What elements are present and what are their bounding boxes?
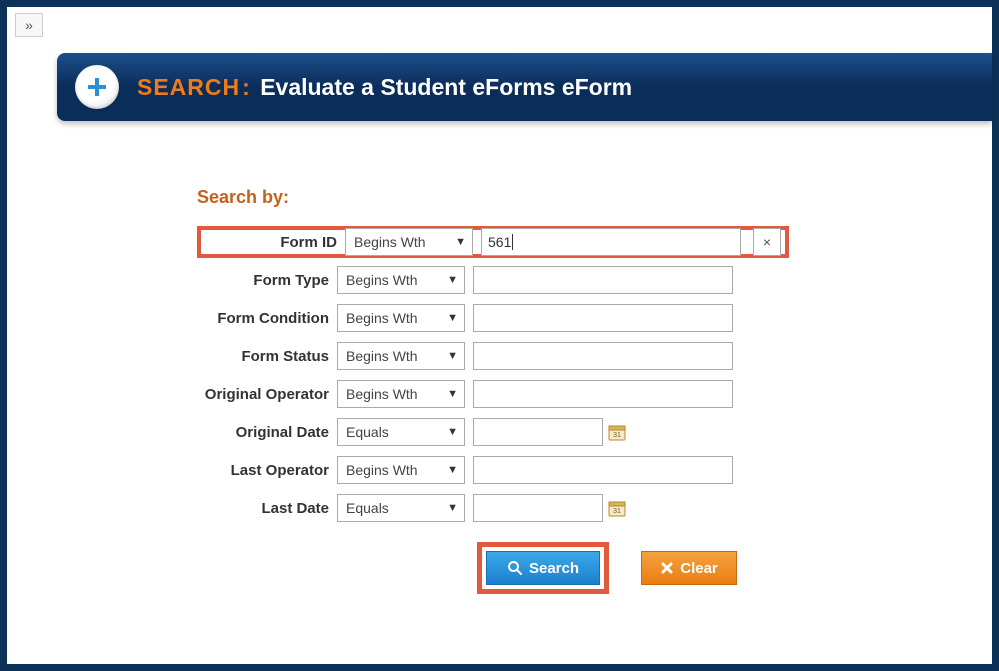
- operator-select-form-type[interactable]: Begins Wth ▼: [337, 266, 465, 294]
- value-input-form-status[interactable]: [473, 342, 733, 370]
- operator-value: Equals: [346, 500, 389, 516]
- date-picker-button[interactable]: 31: [607, 422, 627, 442]
- title-colon: :: [242, 74, 250, 100]
- operator-value: Begins Wth: [346, 272, 418, 288]
- field-row-form-type: Form Type Begins Wth ▼: [197, 264, 789, 296]
- chevron-down-icon: ▼: [455, 236, 466, 248]
- input-value: 561: [488, 234, 511, 250]
- chevron-down-icon: ▼: [447, 312, 458, 324]
- field-label: Last Date: [197, 500, 337, 517]
- field-label: Form Condition: [197, 310, 337, 327]
- chevron-down-icon: ▼: [447, 464, 458, 476]
- field-row-form-condition: Form Condition Begins Wth ▼: [197, 302, 789, 334]
- calendar-icon: 31: [608, 499, 626, 517]
- calendar-icon: 31: [608, 423, 626, 441]
- field-label: Form ID: [205, 234, 345, 251]
- clear-icon: [660, 561, 674, 575]
- value-input-last-operator[interactable]: [473, 456, 733, 484]
- field-row-last-date: Last Date Equals ▼ 31: [197, 492, 789, 524]
- value-input-form-id[interactable]: 561: [481, 228, 741, 256]
- operator-value: Begins Wth: [346, 386, 418, 402]
- plus-icon: [86, 76, 108, 98]
- search-icon: [507, 560, 523, 576]
- chevron-down-icon: ▼: [447, 388, 458, 400]
- field-row-original-operator: Original Operator Begins Wth ▼: [197, 378, 789, 410]
- search-form: Search by: Form ID Begins Wth ▼ 561 × Fo…: [197, 187, 789, 594]
- chevron-down-icon: ▼: [447, 502, 458, 514]
- chevron-down-icon: ▼: [447, 274, 458, 286]
- operator-select-original-date[interactable]: Equals ▼: [337, 418, 465, 446]
- search-button[interactable]: Search: [486, 551, 600, 585]
- search-button-highlight: Search: [477, 542, 609, 594]
- page-title: SEARCH: Evaluate a Student eForms eForm: [137, 74, 632, 101]
- field-label: Last Operator: [197, 462, 337, 479]
- operator-select-form-id[interactable]: Begins Wth ▼: [345, 228, 473, 256]
- operator-value: Equals: [346, 424, 389, 440]
- action-buttons: Search Clear: [477, 542, 789, 594]
- operator-value: Begins Wth: [354, 234, 426, 250]
- value-input-original-date[interactable]: [473, 418, 603, 446]
- operator-select-last-date[interactable]: Equals ▼: [337, 494, 465, 522]
- svg-text:31: 31: [613, 432, 621, 439]
- operator-value: Begins Wth: [346, 462, 418, 478]
- text-cursor: [512, 234, 513, 250]
- close-icon: ×: [763, 234, 771, 250]
- title-search-word: SEARCH: [137, 74, 240, 100]
- title-rest: Evaluate a Student eForms eForm: [260, 74, 632, 100]
- field-label: Original Operator: [197, 386, 337, 403]
- value-input-form-type[interactable]: [473, 266, 733, 294]
- value-input-last-date[interactable]: [473, 494, 603, 522]
- search-button-label: Search: [529, 560, 579, 577]
- operator-select-form-status[interactable]: Begins Wth ▼: [337, 342, 465, 370]
- clear-button-label: Clear: [680, 560, 718, 577]
- expand-section-button[interactable]: [75, 65, 119, 109]
- chevron-right-double-icon: »: [25, 17, 33, 33]
- date-picker-button[interactable]: 31: [607, 498, 627, 518]
- field-label: Form Status: [197, 348, 337, 365]
- field-row-form-status: Form Status Begins Wth ▼: [197, 340, 789, 372]
- expand-panel-button[interactable]: »: [15, 13, 43, 37]
- operator-value: Begins Wth: [346, 348, 418, 364]
- svg-text:31: 31: [613, 508, 621, 515]
- clear-button[interactable]: Clear: [641, 551, 737, 585]
- search-by-heading: Search by:: [197, 187, 789, 208]
- app-frame: » SEARCH: Evaluate a Student eForms eFor…: [0, 0, 999, 671]
- operator-select-original-operator[interactable]: Begins Wth ▼: [337, 380, 465, 408]
- field-label: Original Date: [197, 424, 337, 441]
- operator-select-form-condition[interactable]: Begins Wth ▼: [337, 304, 465, 332]
- operator-value: Begins Wth: [346, 310, 418, 326]
- chevron-down-icon: ▼: [447, 350, 458, 362]
- value-input-original-operator[interactable]: [473, 380, 733, 408]
- page-header: SEARCH: Evaluate a Student eForms eForm: [57, 53, 992, 121]
- field-row-form-id: Form ID Begins Wth ▼ 561 ×: [197, 226, 789, 258]
- field-label: Form Type: [197, 272, 337, 289]
- field-row-last-operator: Last Operator Begins Wth ▼: [197, 454, 789, 486]
- value-input-form-condition[interactable]: [473, 304, 733, 332]
- operator-select-last-operator[interactable]: Begins Wth ▼: [337, 456, 465, 484]
- clear-input-button[interactable]: ×: [753, 228, 781, 256]
- field-row-original-date: Original Date Equals ▼ 31: [197, 416, 789, 448]
- chevron-down-icon: ▼: [447, 426, 458, 438]
